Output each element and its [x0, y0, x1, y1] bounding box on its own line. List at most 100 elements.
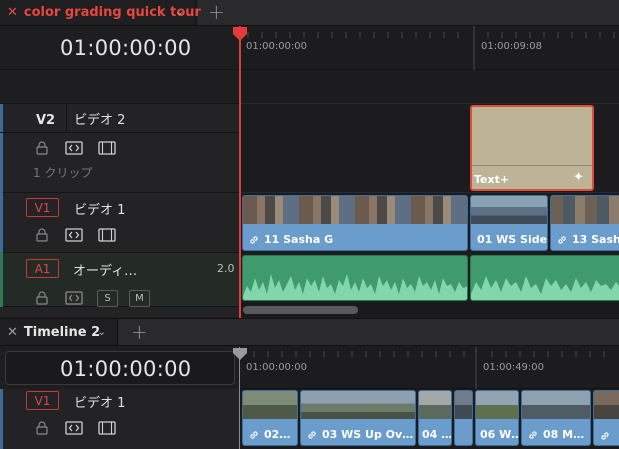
- clip-label: 13 Sash: [557, 233, 619, 246]
- film-strip-icon[interactable]: [97, 140, 117, 156]
- clip-name: 03 WS Up Ov…: [322, 428, 414, 441]
- clip-name: 02…: [264, 428, 291, 441]
- film-strip-icon[interactable]: [97, 227, 117, 243]
- audio-clip[interactable]: [470, 255, 619, 301]
- lock-icon[interactable]: [35, 290, 49, 306]
- track-header-v1-bottom[interactable]: V1 ビデオ 1: [0, 389, 240, 449]
- link-icon: [250, 235, 258, 244]
- sparkle-icon: ✦: [573, 170, 584, 185]
- track-id-v1[interactable]: V1: [26, 391, 59, 410]
- timecode-display: 01:00:00:00: [60, 357, 192, 381]
- auto-select-icon[interactable]: [64, 227, 84, 243]
- video-clip[interactable]: 11 Sasha G: [242, 195, 468, 251]
- timecode-panel: 01:00:00:00: [0, 26, 240, 70]
- empty-track-lane: [240, 70, 619, 104]
- track-header-v1[interactable]: V1 ビデオ 1: [0, 193, 240, 253]
- track-id-v1[interactable]: V1: [26, 198, 59, 217]
- video-clip[interactable]: 13 Sash: [550, 195, 619, 251]
- clip-thumbnail: [471, 196, 547, 224]
- clip-name: 01 WS Side…: [477, 233, 548, 246]
- timecode-panel: 01:00:00:00: [0, 347, 240, 389]
- track-header-v2[interactable]: V2 ビデオ 2 1 クリップ: [0, 104, 240, 193]
- video-clip[interactable]: [454, 390, 473, 446]
- header-spacer: [0, 70, 240, 104]
- link-icon: [529, 430, 537, 439]
- clip-label: 04 …: [422, 428, 452, 441]
- tab-timeline-2[interactable]: ✕ Timeline 2 ⌄: [0, 319, 118, 345]
- playhead-handle[interactable]: [232, 347, 248, 361]
- link-icon: [250, 430, 258, 439]
- ruler-timecode-start: 01:00:00:00: [246, 362, 308, 373]
- title-clip[interactable]: Text+ ✦: [470, 105, 594, 191]
- playhead-handle[interactable]: [232, 26, 248, 42]
- track-color-strip: [0, 193, 3, 253]
- playhead-line: [239, 347, 240, 449]
- lock-icon[interactable]: [35, 227, 49, 243]
- tab-title: Timeline 2: [23, 324, 101, 340]
- track-color-strip: [0, 253, 3, 307]
- lock-icon[interactable]: [35, 420, 49, 436]
- video-clip[interactable]: 01 WS Side…: [470, 195, 548, 251]
- timeline-ruler[interactable]: 01:00:00:00 01:00:49:00: [240, 347, 619, 389]
- top-tab-bar: ✕ color grading quick tour ⌄ +: [0, 0, 619, 26]
- add-tab-icon[interactable]: +: [131, 322, 148, 342]
- auto-select-icon[interactable]: [64, 140, 84, 156]
- video-clip[interactable]: 08 M…: [521, 390, 591, 446]
- video-clip[interactable]: [593, 390, 619, 446]
- track-color-strip: [0, 104, 3, 193]
- video-clip[interactable]: 03 WS Up Ov…: [300, 390, 416, 446]
- clip-name: 08 M…: [543, 428, 585, 441]
- track-name-v1[interactable]: ビデオ 1: [74, 199, 125, 218]
- track-name-v1[interactable]: ビデオ 1: [74, 392, 125, 411]
- clip-thumbnail: [455, 391, 472, 419]
- clip-thumbnail: [551, 196, 619, 224]
- tab-color-grading-quick-tour[interactable]: ✕ color grading quick tour ⌄: [0, 0, 201, 25]
- clip-divider: [472, 165, 592, 166]
- clip-label: 06 W…: [480, 428, 518, 441]
- clip-name: 13 Sash: [572, 233, 619, 246]
- clip-thumbnail: [522, 391, 590, 419]
- clip-name: 04 …: [422, 428, 452, 441]
- clip-thumbnail: [476, 391, 518, 419]
- solo-button[interactable]: S: [97, 290, 118, 307]
- clip-thumbnail: [243, 196, 467, 224]
- timeline-ruler[interactable]: 01:00:00:00 01:00:09:08: [240, 26, 619, 70]
- film-strip-icon[interactable]: [97, 420, 117, 436]
- close-tab-icon[interactable]: ✕: [7, 5, 18, 20]
- ruler-timecode-mark: 01:00:09:08: [481, 41, 543, 52]
- track-name-a1[interactable]: オーディ…: [73, 260, 137, 279]
- track-name-v2[interactable]: ビデオ 2: [74, 109, 125, 128]
- audio-clip[interactable]: [242, 255, 468, 301]
- auto-select-icon[interactable]: [64, 420, 84, 436]
- ruler-timecode-start: 01:00:00:00: [246, 41, 308, 52]
- audio-waveform: [243, 274, 467, 300]
- clip-count: 1 クリップ: [33, 166, 93, 180]
- playhead-line: [239, 26, 241, 318]
- video-clip[interactable]: 02…: [242, 390, 298, 446]
- mute-button[interactable]: M: [129, 290, 150, 307]
- horizontal-scrollbar-thumb[interactable]: [243, 306, 358, 314]
- track-id-a1[interactable]: A1: [26, 259, 59, 278]
- add-tab-icon[interactable]: +: [208, 2, 225, 22]
- chevron-down-icon[interactable]: ⌄: [175, 5, 184, 18]
- auto-select-icon[interactable]: [64, 290, 84, 306]
- clip-label: 08 M…: [528, 428, 584, 441]
- lock-icon[interactable]: [35, 140, 49, 156]
- divider: [66, 104, 67, 132]
- video-clip[interactable]: 04 …: [418, 390, 452, 446]
- bottom-tab-bar: ✕ Timeline 2 ⌄ +: [0, 318, 619, 346]
- clip-label: 11 Sasha G: [249, 233, 333, 246]
- clip-label: 03 WS Up Ov…: [307, 428, 413, 441]
- title-clip-label: Text+: [474, 173, 510, 186]
- track-header-a1[interactable]: A1 オーディ… 2.0 S M: [0, 253, 240, 307]
- close-tab-icon[interactable]: ✕: [7, 325, 18, 340]
- link-icon: [308, 430, 316, 439]
- track-id-v2: V2: [36, 113, 56, 128]
- chevron-down-icon[interactable]: ⌄: [97, 325, 106, 338]
- clip-name: 11 Sasha G: [264, 233, 334, 246]
- video-clip[interactable]: 06 W…: [475, 390, 519, 446]
- track-color-strip: [0, 389, 3, 449]
- clip-thumbnail: [243, 391, 297, 419]
- header-filler: [0, 307, 240, 317]
- clip-label: 02…: [249, 428, 290, 441]
